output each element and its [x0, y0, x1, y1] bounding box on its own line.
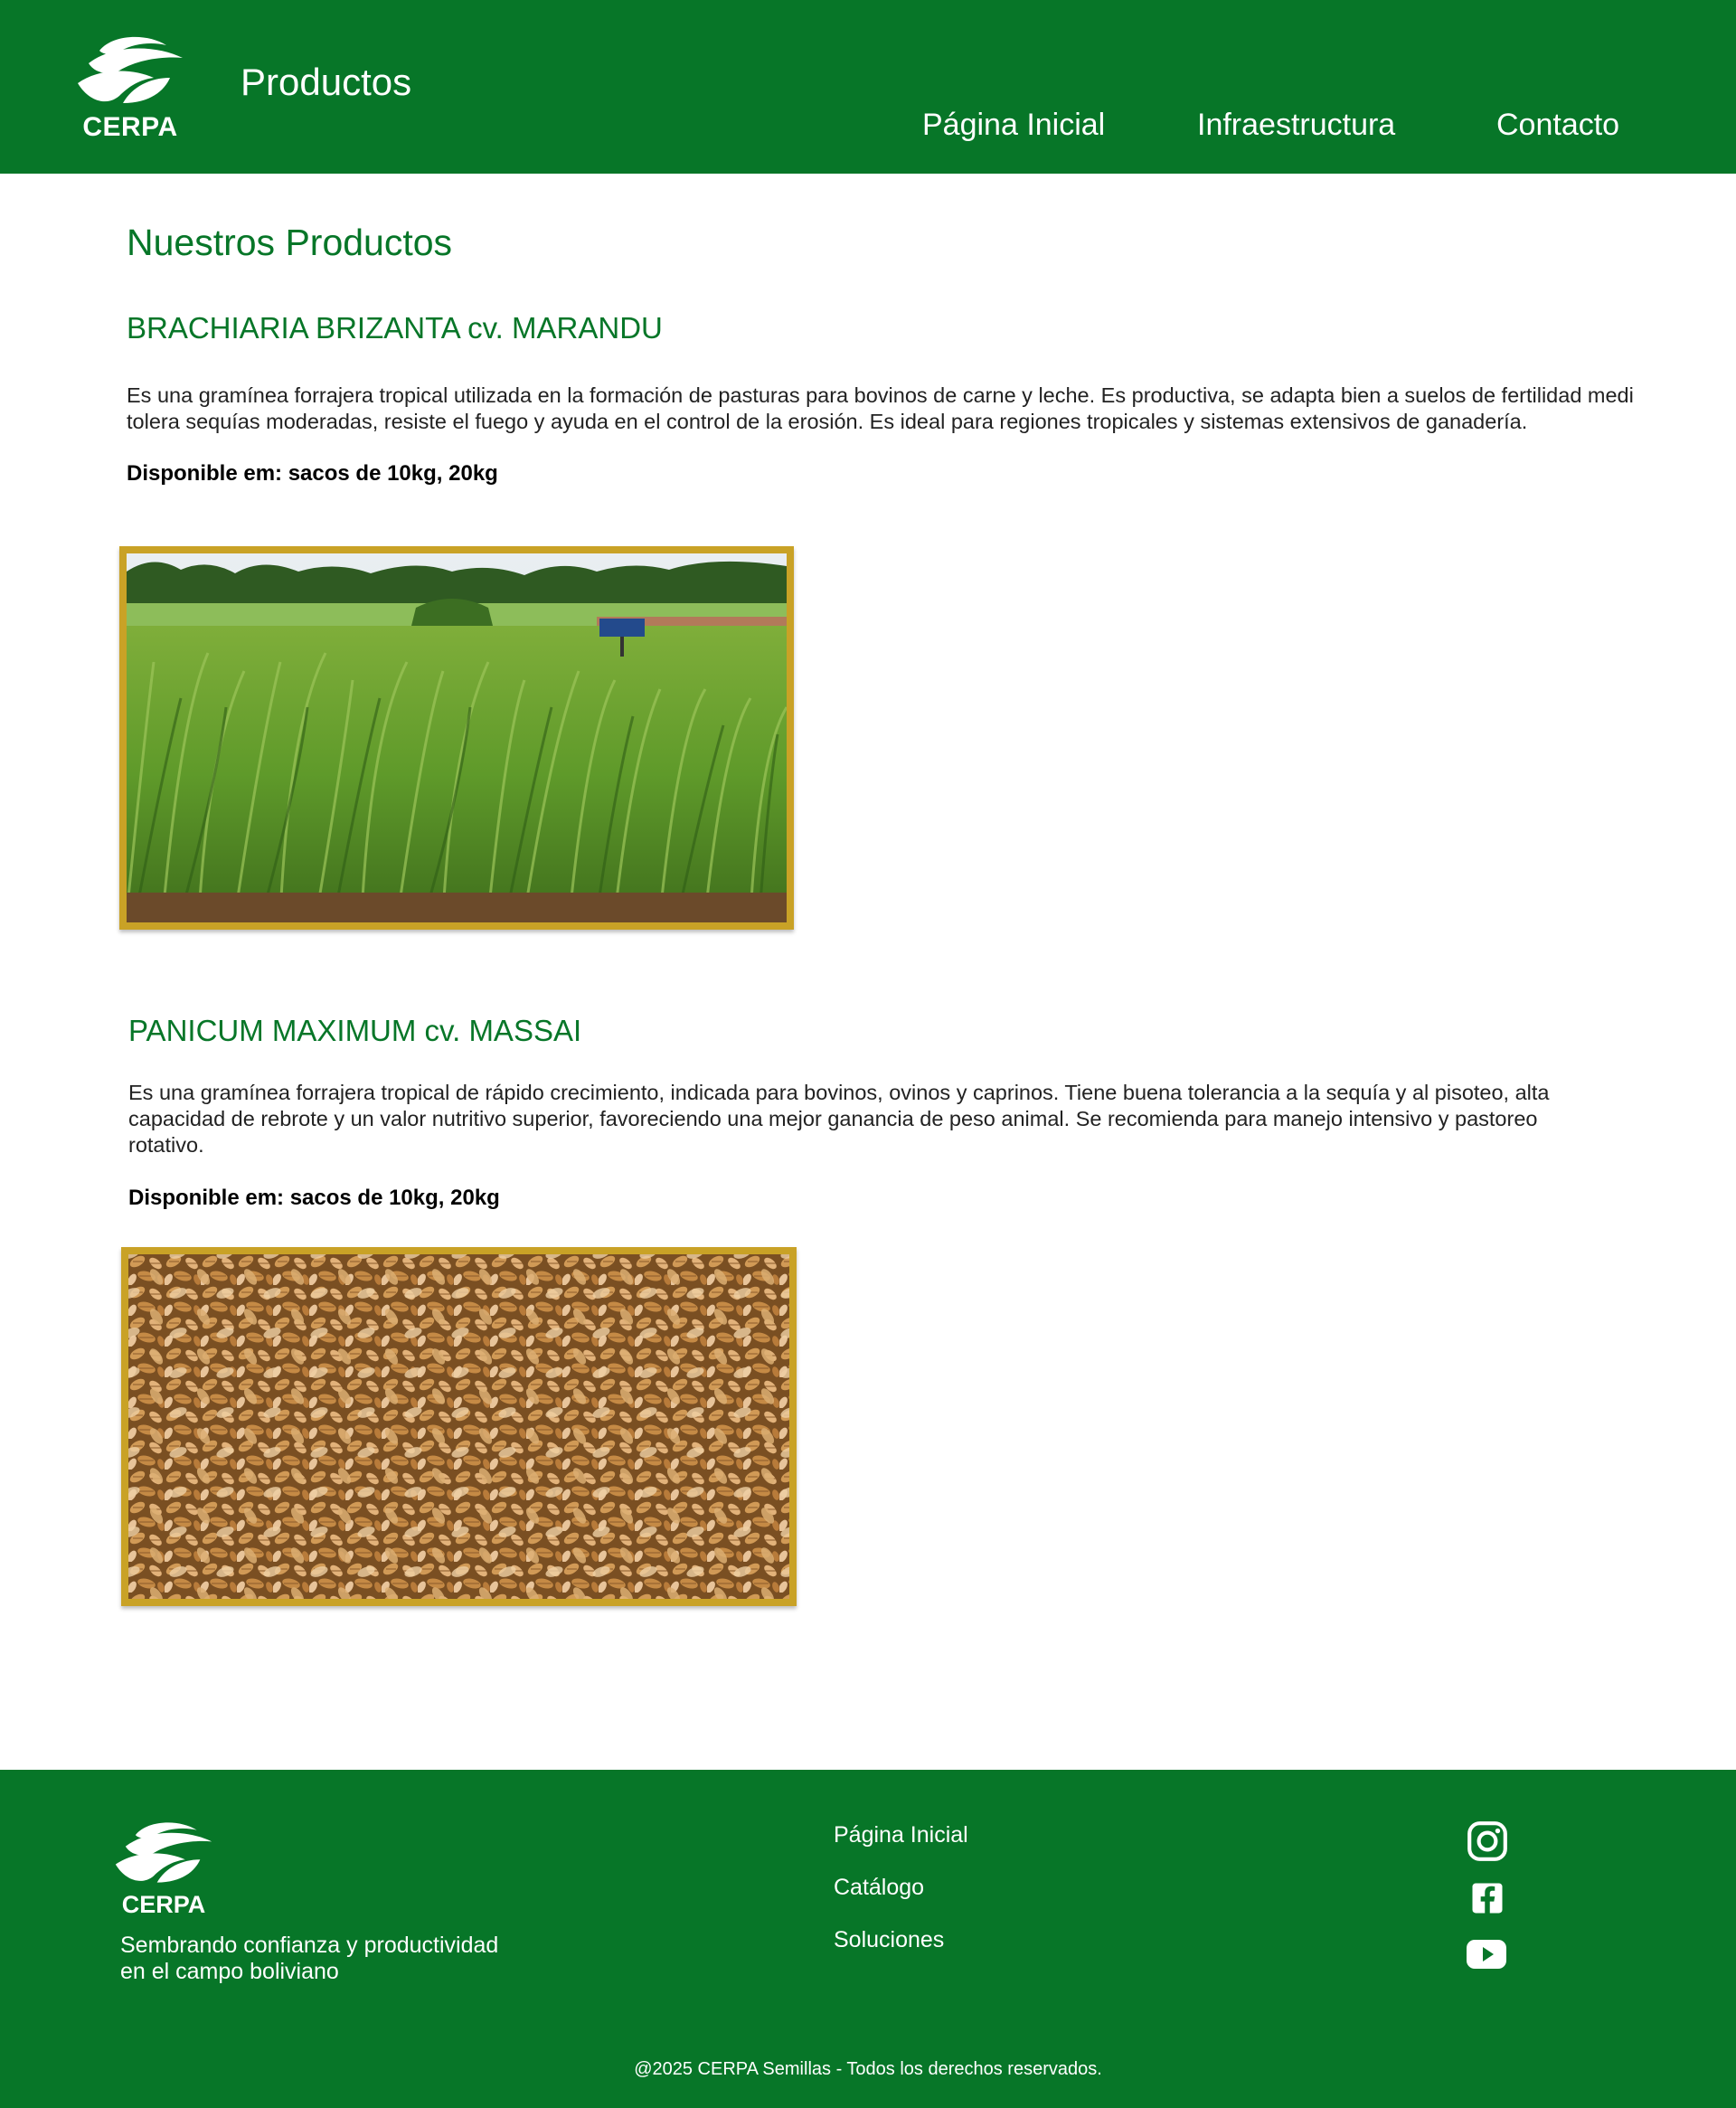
- youtube-icon[interactable]: [1465, 1934, 1508, 1974]
- footer-slogan: Sembrando confianza y productividad en e…: [120, 1933, 498, 1985]
- product-description-line: Es una gramínea forrajera tropical de rá…: [128, 1081, 1550, 1104]
- product-description-line: Es una gramínea forrajera tropical utili…: [127, 383, 1634, 407]
- footer-link-catalog[interactable]: Catálogo: [834, 1875, 924, 1901]
- product-description-line: capacidad de rebrote y un valor nutritiv…: [128, 1107, 1538, 1130]
- logo-wordmark: CERPA: [121, 1891, 206, 1918]
- product-description-line: rotativo.: [128, 1133, 204, 1157]
- slogan-line: Sembrando confianza y productividad: [120, 1933, 499, 1958]
- product-name: BRACHIARIA BRIZANTA cv. MARANDU: [127, 311, 663, 345]
- facebook-icon[interactable]: [1467, 1878, 1507, 1918]
- site-footer: CERPA Sembrando confianza y productivida…: [0, 1770, 1736, 2108]
- product-name: PANICUM MAXIMUM cv. MASSAI: [128, 1014, 582, 1047]
- leaf-logo-icon: [115, 1822, 212, 1883]
- product-description: Es una gramínea forrajera tropical utili…: [127, 383, 1634, 435]
- product-photo-grass: [119, 546, 794, 930]
- grass-field-image: [127, 553, 787, 922]
- nav-link-home[interactable]: Página Inicial: [922, 107, 1105, 143]
- slogan-line: en el campo boliviano: [120, 1959, 339, 1984]
- product-photo-seeds: [121, 1247, 797, 1606]
- page-title: Productos: [241, 61, 412, 103]
- nav-link-contact[interactable]: Contacto: [1496, 107, 1619, 143]
- availability-text: Disponible em: sacos de 10kg, 20kg: [128, 1186, 500, 1210]
- nav-link-infrastructure[interactable]: Infraestructura: [1197, 107, 1395, 143]
- logo-wordmark: CERPA: [82, 112, 178, 142]
- footer-link-solutions[interactable]: Soluciones: [834, 1927, 944, 1953]
- product-description: Es una gramínea forrajera tropical de rá…: [128, 1080, 1550, 1158]
- leaf-logo-icon: [78, 36, 183, 103]
- instagram-icon[interactable]: [1465, 1819, 1510, 1864]
- product-description-line: tolera sequías moderadas, resiste el fue…: [127, 410, 1528, 433]
- seeds-image: [128, 1254, 789, 1599]
- section-title: Nuestros Productos: [127, 222, 453, 263]
- footer-link-home[interactable]: Página Inicial: [834, 1822, 968, 1848]
- footer-logo[interactable]: CERPA: [114, 1819, 213, 1920]
- availability-text: Disponible em: sacos de 10kg, 20kg: [127, 461, 498, 486]
- site-header: CERPA Productos Página Inicial Infraestr…: [0, 0, 1736, 174]
- header-logo[interactable]: CERPA: [76, 33, 184, 145]
- copyright-text: @2025 CERPA Semillas - Todos los derecho…: [634, 2059, 1102, 2079]
